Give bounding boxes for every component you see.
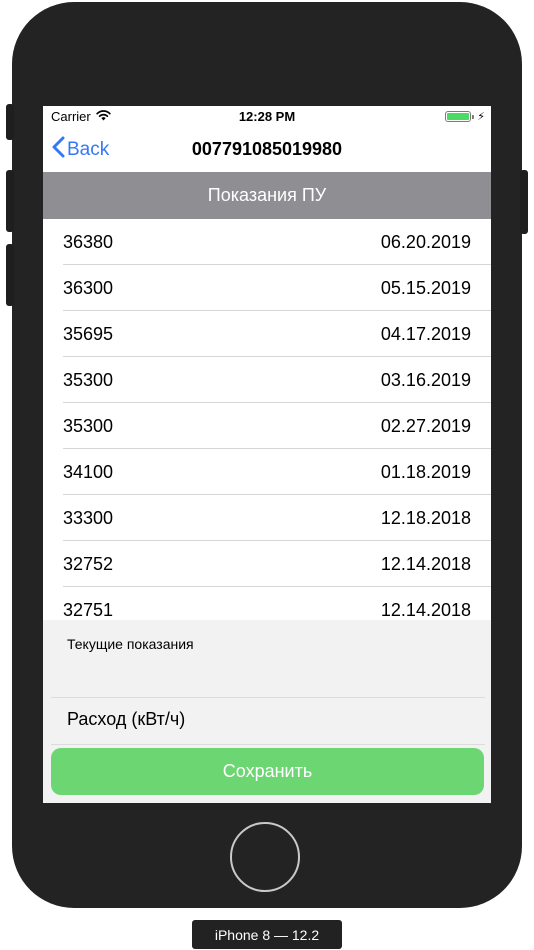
save-button-label: Сохранить: [222, 761, 313, 781]
reading-date: 05.15.2019: [380, 277, 471, 298]
volume-up-button: [6, 170, 14, 232]
reading-form: Текущие показания Расход (кВт/ч) Сохрани…: [43, 620, 491, 803]
reading-date: 12.18.2018: [380, 507, 471, 528]
reading-value: 32752: [63, 553, 114, 574]
battery-group: ⚡: [445, 110, 485, 123]
reading-date: 06.20.2019: [380, 231, 471, 252]
reading-value: 35695: [63, 323, 114, 344]
reading-row[interactable]: 35300 02.27.2019: [43, 403, 491, 449]
device-label-text: iPhone 8 — 12.2: [214, 926, 320, 943]
reading-date: 12.14.2018: [380, 599, 471, 620]
reading-date: 12.14.2018: [380, 553, 471, 574]
bolt-icon: ⚡: [477, 111, 485, 123]
status-bar: Carrier 12:28 PM ⚡: [43, 106, 491, 128]
reading-row[interactable]: 35695 04.17.2019: [43, 311, 491, 357]
reading-date: 04.17.2019: [380, 323, 471, 344]
reading-row[interactable]: 36380 06.20.2019: [43, 219, 491, 265]
device-label: iPhone 8 — 12.2: [192, 920, 342, 949]
reading-row[interactable]: 32752 12.14.2018: [43, 541, 491, 587]
current-reading-field[interactable]: Текущие показания: [51, 620, 485, 698]
volume-down-button: [6, 244, 14, 306]
consumption-field[interactable]: Расход (кВт/ч): [51, 698, 485, 745]
battery-fill: [447, 113, 470, 120]
page-title: 007791085019980: [191, 139, 343, 159]
current-reading-label: Текущие показания: [67, 636, 194, 652]
reading-value: 33300: [63, 507, 114, 528]
status-time: 12:28 PM: [238, 109, 296, 124]
reading-row[interactable]: 32751 12.14.2018: [43, 587, 491, 620]
section-title: Показания ПУ: [207, 185, 327, 205]
mute-switch: [6, 104, 14, 140]
reading-date: 03.16.2019: [380, 369, 471, 390]
reading-value: 35300: [63, 369, 114, 390]
battery-icon: [445, 111, 472, 122]
navigation-bar: Back 007791085019980: [43, 128, 491, 172]
reading-date: 01.18.2019: [380, 461, 471, 482]
save-button[interactable]: Сохранить: [51, 748, 484, 795]
consumption-label: Расход (кВт/ч): [67, 709, 186, 729]
reading-row[interactable]: 36300 05.15.2019: [43, 265, 491, 311]
home-button[interactable]: [230, 822, 300, 892]
power-button: [520, 170, 528, 234]
app-screen: Carrier 12:28 PM ⚡ Back 007791085019980 …: [43, 106, 491, 803]
reading-value: 36380: [63, 231, 114, 252]
reading-value: 34100: [63, 461, 114, 482]
readings-list[interactable]: 36380 06.20.2019 36300 05.15.2019 35695 …: [43, 219, 491, 620]
reading-value: 32751: [63, 599, 114, 620]
reading-value: 35300: [63, 415, 114, 436]
section-header: Показания ПУ: [43, 172, 491, 219]
reading-row[interactable]: 35300 03.16.2019: [43, 357, 491, 403]
reading-row[interactable]: 34100 01.18.2019: [43, 449, 491, 495]
reading-value: 36300: [63, 277, 114, 298]
reading-row[interactable]: 33300 12.18.2018: [43, 495, 491, 541]
battery-tip: [472, 114, 475, 119]
reading-date: 02.27.2019: [380, 415, 471, 436]
